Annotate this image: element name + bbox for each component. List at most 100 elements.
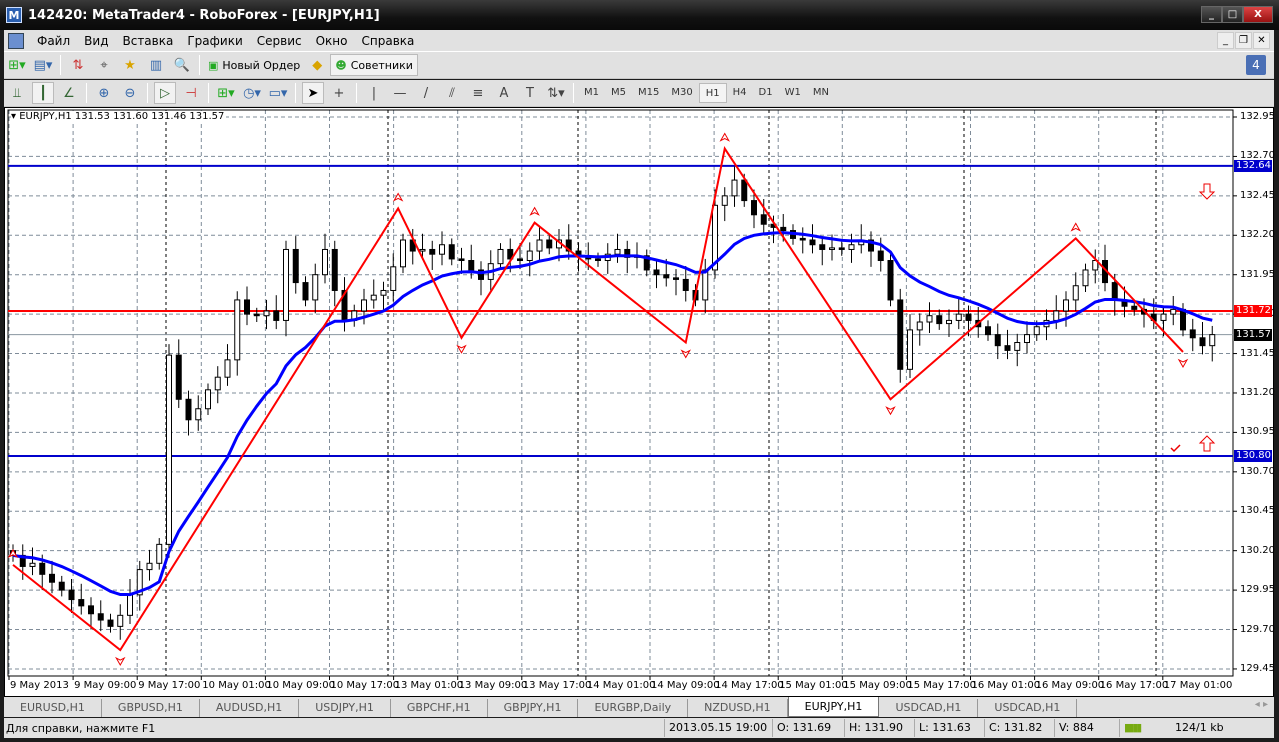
cursor-icon[interactable]: ➤ xyxy=(302,82,324,104)
menu-tools[interactable]: Сервис xyxy=(250,34,309,48)
timeframe-m5[interactable]: M5 xyxy=(605,83,632,103)
bull-candle xyxy=(1063,299,1069,312)
menu-window[interactable]: Окно xyxy=(309,34,355,48)
bull-candle xyxy=(380,289,387,296)
chart-tab[interactable]: GBPUSD,H1 xyxy=(102,699,200,717)
menu-file[interactable]: Файл xyxy=(30,34,77,48)
timeframe-m30[interactable]: M30 xyxy=(665,83,698,103)
expert-advisors-button[interactable]: ☻ Советники xyxy=(330,54,418,76)
trendline-icon[interactable]: / xyxy=(415,82,437,104)
chart-tab[interactable]: USDCAD,H1 xyxy=(978,699,1078,717)
mdi-restore-button[interactable]: ❐ xyxy=(1235,32,1252,49)
price-axis-label: 130.95 xyxy=(1240,426,1275,438)
timeframe-w1[interactable]: W1 xyxy=(779,83,807,103)
bear-candle xyxy=(302,282,309,301)
timeframe-h4[interactable]: H4 xyxy=(727,83,753,103)
menu-view[interactable]: Вид xyxy=(77,34,115,48)
horizontal-line-icon[interactable]: — xyxy=(389,82,411,104)
chart-tab[interactable]: EURUSD,H1 xyxy=(4,699,102,717)
arrows-icon[interactable]: ⇅▾ xyxy=(545,82,567,104)
notifications-button[interactable]: 4 xyxy=(1246,55,1266,75)
status-close: C: 131.82 xyxy=(984,719,1054,737)
bear-candle xyxy=(809,239,816,246)
bear-candle xyxy=(97,613,104,621)
metaeditor-icon[interactable]: ◆ xyxy=(306,54,328,76)
time-axis-label: 10 May 09:00 xyxy=(266,680,335,691)
bear-candle xyxy=(253,313,260,317)
chart-tab[interactable]: GBPJPY,H1 xyxy=(488,699,579,717)
fractal-up-marker xyxy=(392,192,404,202)
price-axis-label: 131.45 xyxy=(1240,347,1275,359)
chart-tab[interactable]: GBPCHF,H1 xyxy=(391,699,488,717)
timeframe-mn[interactable]: MN xyxy=(807,83,835,103)
text-icon[interactable]: A xyxy=(493,82,515,104)
chart-tab[interactable]: EURJPY,H1 xyxy=(787,697,880,717)
timeframe-d1[interactable]: D1 xyxy=(753,83,779,103)
bear-candle xyxy=(751,200,757,216)
bear-candle xyxy=(877,250,884,262)
chart-tab[interactable]: AUDUSD,H1 xyxy=(200,699,300,717)
time-axis-label: 17 May 01:00 xyxy=(1163,680,1233,691)
periods-icon[interactable]: ◷▾ xyxy=(241,82,263,104)
bull-candle xyxy=(526,250,533,262)
bear-candle xyxy=(1111,282,1118,301)
line-chart-icon[interactable]: ∠ xyxy=(58,82,80,104)
charts-toolbar: ⫫ ┃ ∠ ⊕ ⊖ ▷ ⊣ ⊞▾ ◷▾ ▭▾ ➤ + | — / ⫽ ≡ A T… xyxy=(4,80,1274,107)
profiles-icon[interactable]: ▤▾ xyxy=(32,54,54,76)
text-label-icon[interactable]: T xyxy=(519,82,541,104)
fibonacci-icon[interactable]: ≡ xyxy=(467,82,489,104)
chart-tab[interactable]: USDCAD,H1 xyxy=(879,699,979,717)
chart-window[interactable]: ▾ EURJPY,H1 131.53 131.60 131.46 131.57 … xyxy=(4,107,1275,697)
price-chart[interactable] xyxy=(5,108,1273,696)
chart-tab[interactable]: EURGBP,Daily xyxy=(578,699,689,717)
indicators-icon[interactable]: ⊞▾ xyxy=(215,82,237,104)
fractal-up-marker xyxy=(719,132,731,142)
equidistant-channel-icon[interactable]: ⫽ xyxy=(441,82,463,104)
zoom-out-icon[interactable]: ⊖ xyxy=(119,82,141,104)
maximize-button[interactable]: □ xyxy=(1222,6,1243,23)
bull-candle xyxy=(946,319,952,325)
timeframe-m15[interactable]: M15 xyxy=(632,83,665,103)
navigator-icon[interactable]: ★ xyxy=(119,54,141,76)
chart-ohlc-text: EURJPY,H1 131.53 131.60 131.46 131.57 xyxy=(19,111,225,122)
vertical-line-icon[interactable]: | xyxy=(363,82,385,104)
timeframe-h1[interactable]: H1 xyxy=(698,83,727,103)
zoom-in-icon[interactable]: ⊕ xyxy=(93,82,115,104)
menu-help[interactable]: Справка xyxy=(355,34,422,48)
timeframe-m1[interactable]: M1 xyxy=(578,83,605,103)
title-bar: M 142420: MetaTrader4 - RoboForex - [EUR… xyxy=(0,0,1279,30)
crosshair-icon[interactable]: + xyxy=(328,82,350,104)
status-help: Для справки, нажмите F1 xyxy=(6,721,156,735)
strategy-tester-icon[interactable]: 🔍 xyxy=(171,54,193,76)
menu-insert[interactable]: Вставка xyxy=(115,34,180,48)
price-axis-label: 129.45 xyxy=(1240,662,1275,674)
data-window-icon[interactable]: ⌖ xyxy=(93,54,115,76)
new-order-label: Новый Ордер xyxy=(222,58,301,72)
chart-tab[interactable]: USDJPY,H1 xyxy=(299,699,391,717)
tab-scroll-arrows[interactable]: ◂ ▸ xyxy=(1255,699,1268,710)
chart-document-icon[interactable] xyxy=(8,32,24,49)
chart-shift-icon[interactable]: ⊣ xyxy=(180,82,202,104)
minimize-button[interactable]: _ xyxy=(1201,6,1222,23)
bull-candle xyxy=(1170,308,1177,315)
chart-tab[interactable]: NZDUSD,H1 xyxy=(688,699,788,717)
bull-candle xyxy=(614,248,621,255)
terminal-icon[interactable]: ▥ xyxy=(145,54,167,76)
market-watch-icon[interactable]: ⇅ xyxy=(67,54,89,76)
close-button[interactable]: X xyxy=(1243,6,1273,23)
new-order-button[interactable]: ▣ Новый Ордер xyxy=(204,54,304,76)
templates-icon[interactable]: ▭▾ xyxy=(267,82,289,104)
fractal-down-marker xyxy=(456,344,467,354)
bull-candle xyxy=(29,562,36,567)
mdi-minimize-button[interactable]: _ xyxy=(1217,32,1234,49)
new-chart-icon[interactable]: ⊞▾ xyxy=(6,54,28,76)
menu-charts[interactable]: Графики xyxy=(180,34,249,48)
candlestick-chart-icon[interactable]: ┃ xyxy=(32,82,54,104)
bull-candle xyxy=(848,244,855,250)
price-axis-label: 131.95 xyxy=(1240,268,1275,280)
bull-candle xyxy=(234,299,241,361)
bar-chart-icon[interactable]: ⫫ xyxy=(6,82,28,104)
mdi-close-button[interactable]: ✕ xyxy=(1253,32,1270,49)
autoscroll-icon[interactable]: ▷ xyxy=(154,82,176,104)
bear-candle xyxy=(994,334,1001,347)
